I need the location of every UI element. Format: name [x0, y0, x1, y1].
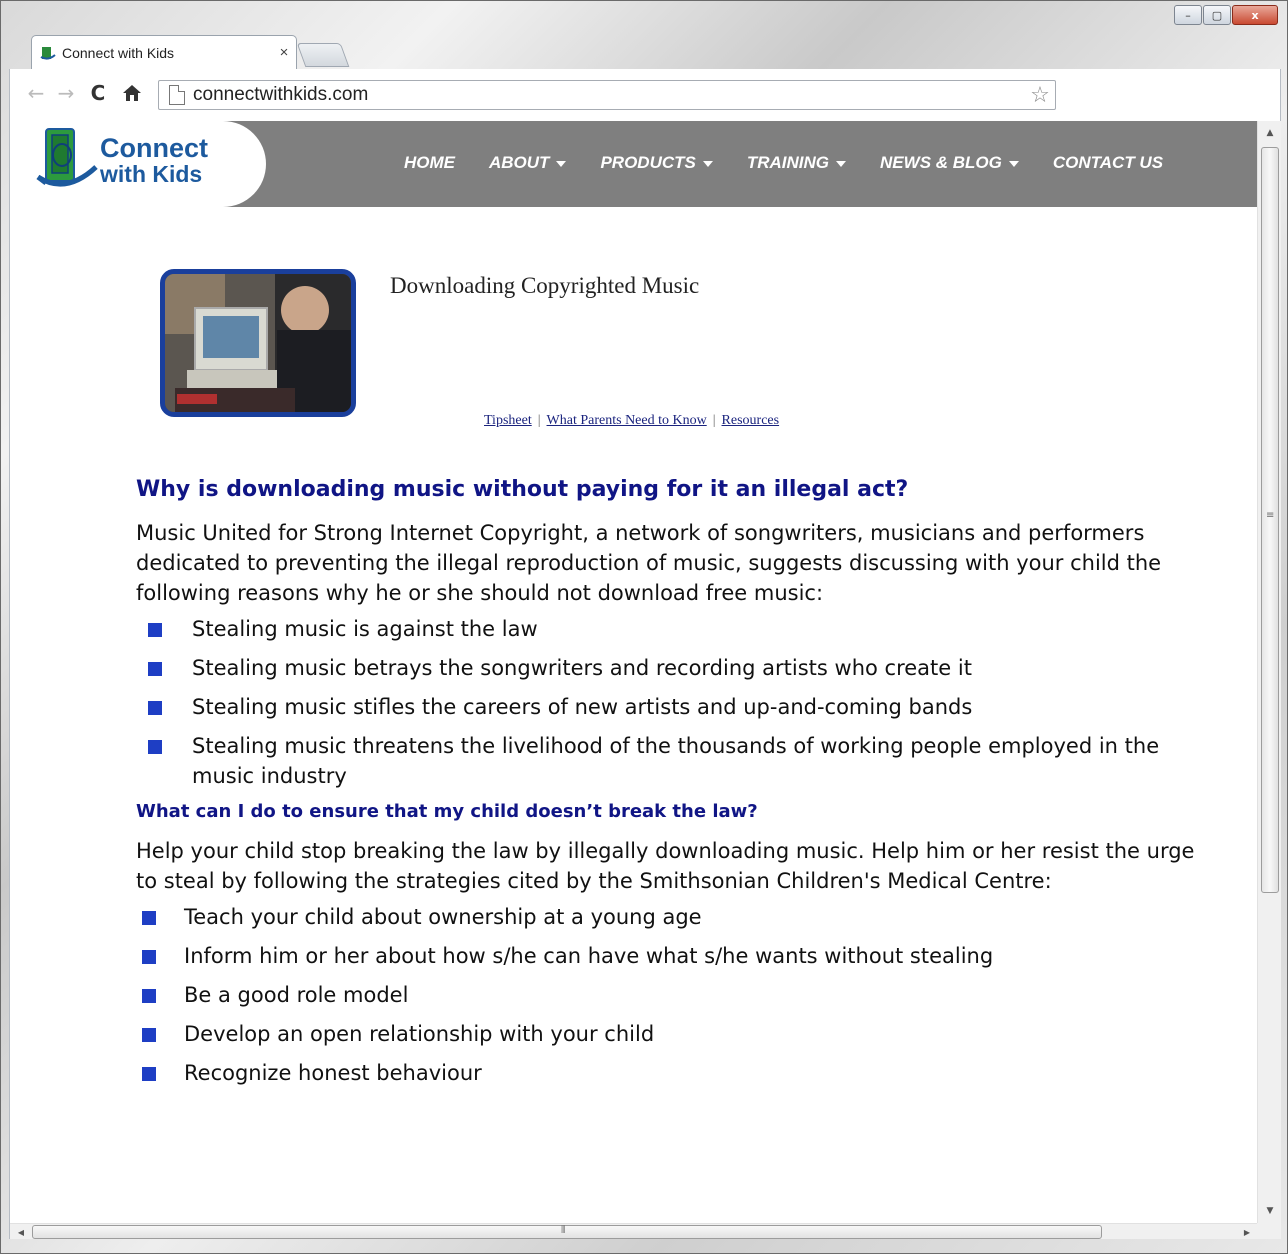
- intro-paragraph: Music United for Strong Internet Copyrig…: [136, 521, 1162, 605]
- resources-link[interactable]: Resources: [722, 413, 780, 428]
- page-icon: [169, 85, 185, 105]
- scroll-right-arrow-icon[interactable]: ▶: [1238, 1224, 1256, 1239]
- list-item: Inform him or her about how s/he can hav…: [136, 941, 1216, 971]
- list-item-text: Stealing music is against the law: [192, 617, 538, 641]
- close-window-button[interactable]: x: [1232, 5, 1278, 25]
- maximize-button[interactable]: ▢: [1203, 5, 1231, 25]
- bookmark-star-icon[interactable]: ☆: [1025, 83, 1055, 108]
- horizontal-scroll-thumb[interactable]: ⦀: [32, 1225, 1102, 1239]
- list-item: Teach your child about ownership at a yo…: [136, 902, 1216, 932]
- bullet-square-icon: [148, 740, 162, 754]
- grip-icon: ⦀: [561, 1225, 566, 1236]
- bullet-square-icon: [142, 911, 156, 925]
- vertical-scroll-thumb[interactable]: ≡: [1261, 147, 1279, 893]
- list-item-text: Recognize honest behaviour: [184, 1061, 482, 1085]
- list-item-text: Teach your child about ownership at a yo…: [184, 905, 702, 929]
- list-item: Be a good role model: [136, 980, 1216, 1010]
- scrollbar-corner: [1257, 1223, 1281, 1239]
- tipsheet-link[interactable]: Tipsheet: [484, 413, 532, 428]
- nav-news-blog[interactable]: NEWS & BLOG: [880, 153, 1019, 173]
- list-item-text: Stealing music threatens the livelihood …: [192, 734, 1160, 788]
- list-item: Develop an open relationship with your c…: [136, 1019, 1216, 1049]
- bullet-square-icon: [142, 1067, 156, 1081]
- nav-products[interactable]: PRODUCTS: [600, 153, 713, 173]
- tab-title: Connect with Kids: [62, 44, 175, 61]
- horizontal-scrollbar[interactable]: ◀ ⦀ ▶: [10, 1223, 1258, 1239]
- list-item: Stealing music betrays the songwriters a…: [136, 653, 1216, 683]
- browser-window: – ▢ x Connect with Kids × ← → C connectw…: [0, 0, 1288, 1254]
- home-icon[interactable]: [120, 81, 144, 105]
- bullet-square-icon: [148, 662, 162, 676]
- list-item: Stealing music stifles the careers of ne…: [136, 692, 1216, 722]
- back-arrow-icon[interactable]: ←: [24, 81, 48, 105]
- link-separator: |: [537, 413, 541, 428]
- nav-products-label: PRODUCTS: [600, 153, 696, 172]
- address-bar[interactable]: connectwithkids.com ☆: [158, 80, 1056, 110]
- nav-news-blog-label: NEWS & BLOG: [880, 153, 1002, 172]
- nav-home[interactable]: HOME: [404, 153, 455, 173]
- browser-tab[interactable]: Connect with Kids ×: [31, 35, 297, 69]
- list-item-text: Inform him or her about how s/he can hav…: [184, 944, 994, 968]
- scroll-down-arrow-icon[interactable]: ▼: [1258, 1201, 1281, 1221]
- vertical-scrollbar[interactable]: ▲ ≡ ▼: [1257, 121, 1281, 1223]
- nav-about[interactable]: ABOUT: [489, 153, 567, 173]
- main-nav: HOME ABOUT PRODUCTS TRAINING NEWS & BLOG: [404, 153, 1163, 173]
- nav-training-label: TRAINING: [746, 153, 830, 172]
- strategies-list: Teach your child about ownership at a yo…: [136, 902, 1216, 1088]
- list-item: Recognize honest behaviour: [136, 1058, 1216, 1088]
- logo-line-1: Connect: [100, 133, 208, 163]
- bullet-square-icon: [142, 950, 156, 964]
- link-separator: |: [712, 413, 716, 428]
- reasons-list: Stealing music is against the law Steali…: [136, 614, 1216, 791]
- grip-icon: ≡: [1266, 510, 1275, 521]
- caret-down-icon: [836, 161, 847, 167]
- article-photo: [160, 269, 356, 417]
- nav-about-label: ABOUT: [489, 153, 550, 172]
- site-header: Connect with Kids HOME ABOUT PRODUCTS TR…: [10, 121, 1258, 207]
- site-favicon-icon: [40, 45, 56, 61]
- window-controls: – ▢ x: [1174, 5, 1278, 25]
- logo-line-2: with Kids: [100, 161, 203, 187]
- scroll-up-arrow-icon[interactable]: ▲: [1258, 123, 1281, 143]
- strategies-paragraph: Help your child stop breaking the law by…: [136, 839, 1195, 893]
- list-item: Stealing music threatens the livelihood …: [136, 731, 1216, 791]
- new-tab-button[interactable]: [296, 43, 350, 67]
- scroll-left-arrow-icon[interactable]: ◀: [12, 1224, 30, 1239]
- list-item-text: Stealing music betrays the songwriters a…: [192, 656, 972, 680]
- caret-down-icon: [702, 161, 713, 167]
- nav-contact-us-label: CONTACT US: [1052, 153, 1164, 172]
- bullet-square-icon: [148, 623, 162, 637]
- url-text[interactable]: connectwithkids.com: [193, 84, 1025, 106]
- logo-mark-icon: [36, 128, 98, 187]
- bullet-square-icon: [142, 1028, 156, 1042]
- bullet-square-icon: [142, 989, 156, 1003]
- list-item-text: Stealing music stifles the careers of ne…: [192, 695, 973, 719]
- article-subnav: Tipsheet | What Parents Need to Know | Resou…: [484, 413, 779, 429]
- section-heading-why: Why is downloading music without paying …: [136, 477, 909, 502]
- bullet-square-icon: [148, 701, 162, 715]
- browser-toolbar: ← → C connectwithkids.com ☆: [9, 69, 1281, 121]
- caret-down-icon: [556, 161, 567, 167]
- site-logo[interactable]: Connect with Kids: [10, 121, 266, 207]
- caret-down-icon: [1008, 161, 1019, 167]
- reload-icon[interactable]: C: [86, 81, 110, 105]
- nav-training[interactable]: TRAINING: [746, 153, 847, 173]
- article-title: Downloading Copyrighted Music: [390, 273, 700, 298]
- article-body: Why is downloading music without paying …: [136, 477, 1216, 1097]
- minimize-button[interactable]: –: [1174, 5, 1202, 25]
- what-parents-need-to-know-link[interactable]: What Parents Need to Know: [547, 413, 707, 428]
- list-item-text: Develop an open relationship with your c…: [184, 1022, 655, 1046]
- section-heading-what-can-i-do: What can I do to ensure that my child do…: [136, 801, 758, 822]
- nav-home-label: HOME: [404, 153, 455, 172]
- logo-text: Connect with Kids: [100, 133, 208, 188]
- forward-arrow-icon[interactable]: →: [54, 81, 78, 105]
- tab-close-icon[interactable]: ×: [272, 44, 296, 61]
- page-viewport: Connect with Kids HOME ABOUT PRODUCTS TR…: [9, 121, 1281, 1239]
- list-item-text: Be a good role model: [184, 983, 409, 1007]
- nav-contact-us[interactable]: CONTACT US: [1053, 153, 1163, 173]
- list-item: Stealing music is against the law: [136, 614, 1216, 644]
